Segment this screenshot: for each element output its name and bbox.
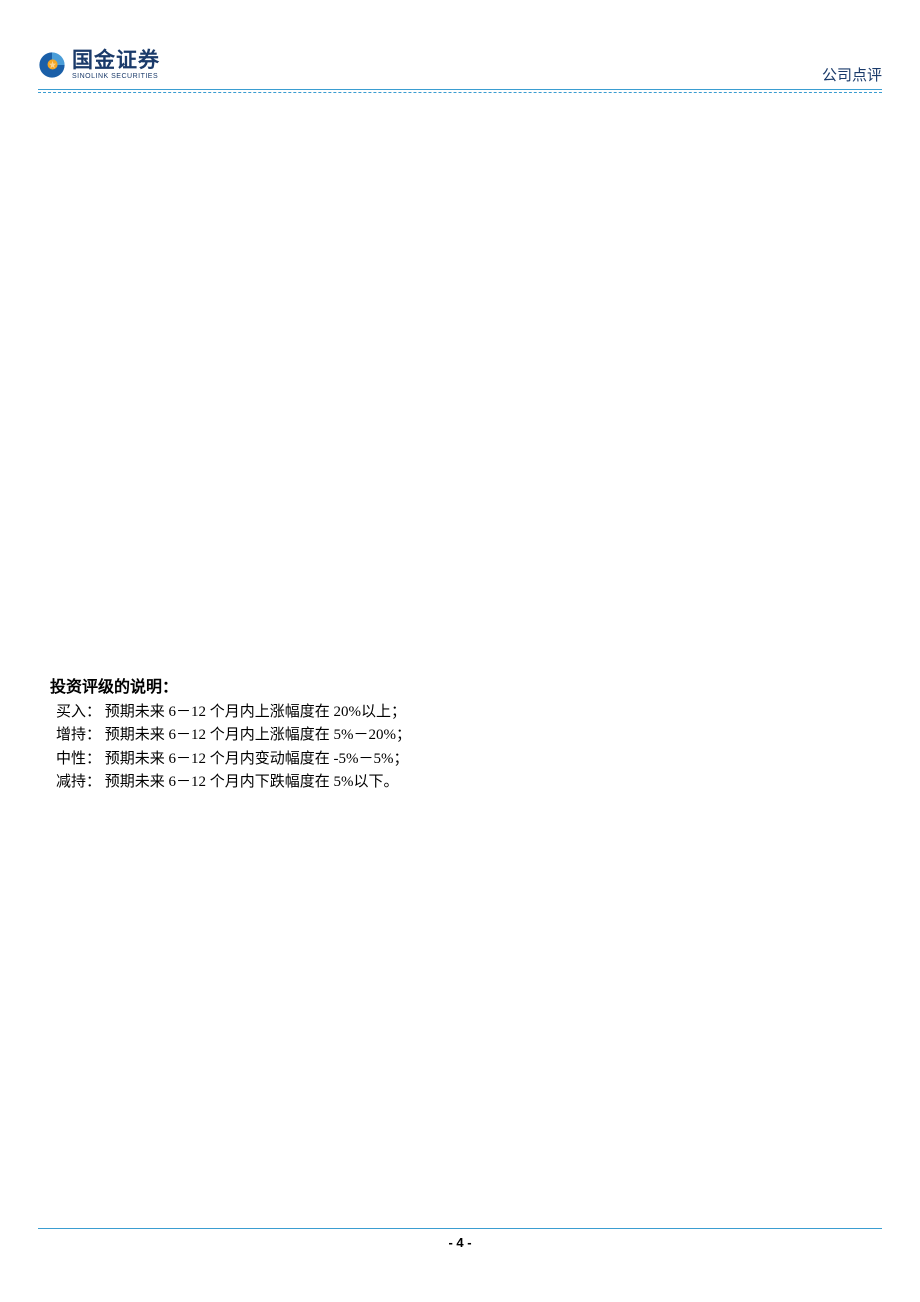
rating-item: 中性： 预期未来 6－12 个月内变动幅度在 -5%－5%；	[50, 748, 870, 771]
rating-desc: 预期未来 6－12 个月内下跌幅度在 5%以下。	[105, 774, 399, 790]
rating-item: 减持： 预期未来 6－12 个月内下跌幅度在 5%以下。	[50, 771, 870, 794]
section-title: 投资评级的说明：	[50, 673, 870, 697]
rating-desc: 预期未来 6－12 个月内上涨幅度在 5%－20%；	[105, 727, 411, 743]
rating-label: 增持：	[56, 727, 101, 743]
logo-text-en: SINOLINK SECURITIES	[72, 73, 160, 80]
page-number: - 4 -	[448, 1235, 471, 1250]
logo-icon	[38, 51, 66, 79]
document-type: 公司点评	[822, 64, 882, 85]
rating-desc: 预期未来 6－12 个月内变动幅度在 -5%－5%；	[105, 751, 409, 767]
rating-label: 中性：	[56, 751, 101, 767]
header-rule-dotted	[38, 92, 882, 93]
rating-list: 买入： 预期未来 6－12 个月内上涨幅度在 20%以上； 增持： 预期未来 6…	[50, 701, 870, 794]
page-header: 国金证券 SINOLINK SECURITIES 公司点评	[38, 50, 882, 90]
company-logo: 国金证券 SINOLINK SECURITIES	[38, 50, 882, 80]
logo-text-cn: 国金证券	[72, 50, 160, 71]
content-section: 投资评级的说明： 买入： 预期未来 6－12 个月内上涨幅度在 20%以上； 增…	[50, 673, 870, 794]
rating-item: 增持： 预期未来 6－12 个月内上涨幅度在 5%－20%；	[50, 724, 870, 747]
rating-desc: 预期未来 6－12 个月内上涨幅度在 20%以上；	[105, 704, 406, 720]
rating-item: 买入： 预期未来 6－12 个月内上涨幅度在 20%以上；	[50, 701, 870, 724]
rating-label: 买入：	[56, 704, 101, 720]
rating-label: 减持：	[56, 774, 101, 790]
page-footer: - 4 -	[38, 1228, 882, 1252]
logo-text-wrapper: 国金证券 SINOLINK SECURITIES	[72, 50, 160, 80]
